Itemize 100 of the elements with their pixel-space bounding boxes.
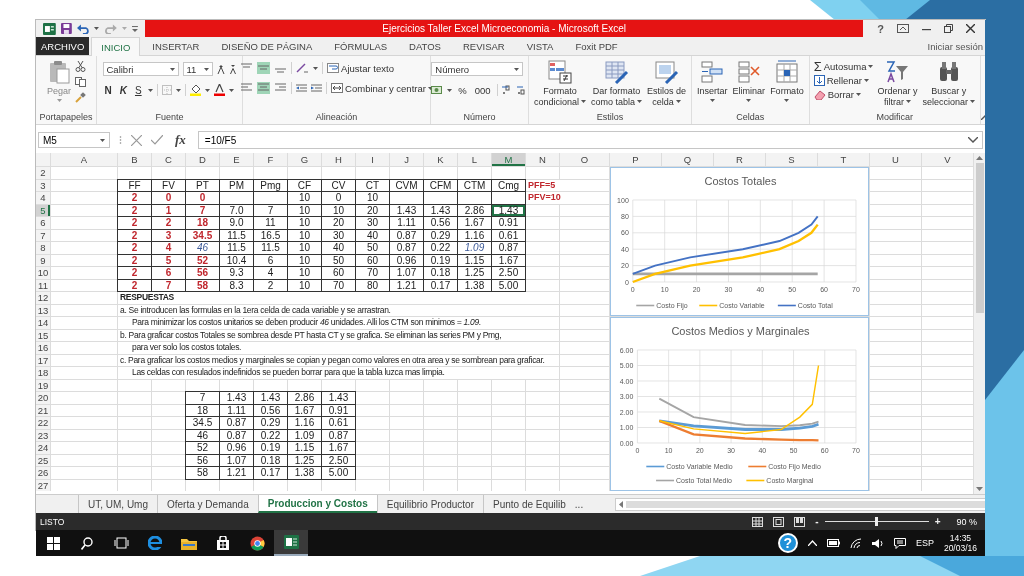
row-header[interactable]: 5 [36,204,50,216]
table-cell[interactable]: 0.87 [390,229,423,241]
table-cell[interactable]: 2 [118,279,151,291]
table-cell[interactable]: 0 [152,192,185,204]
font-style-button[interactable]: N [102,84,114,96]
ribbon-button[interactable]: Formato [769,59,805,107]
table-cell[interactable]: 30 [322,229,355,241]
ribbon-tab[interactable]: INICIO [91,37,141,56]
help-button[interactable]: ? [877,22,884,35]
table-cell[interactable]: 0.29 [424,229,457,241]
table-cell[interactable]: 2 [152,217,185,229]
column-header[interactable]: O [560,153,609,166]
grid-cell[interactable]: Para minimizar los costos unitarios se deben producir 46 unidades. Alli los CTM son minimos = 1.09. [118,317,559,329]
paste-button[interactable]: Pegar [46,59,72,107]
row-header[interactable]: 8 [36,242,50,254]
row-header[interactable]: 25 [36,454,50,466]
column-header[interactable]: E [220,153,253,166]
table-cell[interactable]: 5 [152,254,185,266]
table-cell[interactable]: 0.87 [492,242,525,254]
ribbon-tab[interactable]: FÓRMULAS [324,37,398,55]
table-cell[interactable]: 9.3 [220,267,253,279]
table-cell[interactable]: 1.67 [492,254,525,266]
font-style-button[interactable]: K [117,84,129,96]
table-cell[interactable]: 5.00 [492,279,525,291]
table-cell[interactable]: 60 [356,254,389,266]
row-header[interactable]: 21 [36,404,50,416]
table-cell[interactable]: 56 [186,267,219,279]
table-cell[interactable]: 1.15 [458,254,491,266]
table-cell[interactable]: 6 [152,267,185,279]
sheet-tab[interactable]: Produccion y Costos [257,495,377,513]
table-cell[interactable]: 7.0 [220,204,253,216]
row-header[interactable]: 26 [36,467,50,479]
table-cell[interactable]: 7 [254,204,287,216]
table-cell[interactable]: 1.25 [458,267,491,279]
table-cell[interactable]: 70 [356,267,389,279]
column-header[interactable]: R [714,153,765,166]
ribbon-tab[interactable]: ARCHIVO [36,37,90,55]
table-cell[interactable]: 1.43 [492,204,525,216]
column-header[interactable]: V [922,153,973,166]
ribbon-tab[interactable]: INSERTAR [142,37,210,55]
table-cell[interactable]: 2 [118,242,151,254]
table-cell[interactable]: 10 [288,229,321,241]
table-cell[interactable]: 2 [118,254,151,266]
name-box[interactable]: M5 [38,132,110,148]
table-cell[interactable]: 40 [356,229,389,241]
table-cell[interactable]: 58 [186,279,219,291]
input-language[interactable]: ESP [915,538,934,548]
table-cell[interactable]: 20 [322,217,355,229]
ribbon-tab[interactable]: VISTA [516,37,564,55]
table-cell[interactable]: 34.5 [186,229,219,241]
table-cell[interactable]: 60 [322,267,355,279]
table-cell[interactable]: 2.86 [458,204,491,216]
grid-cell[interactable]: PFF=5 [526,179,609,191]
column-header[interactable]: C [152,153,185,166]
table-cell[interactable]: 1.38 [458,279,491,291]
row-header[interactable]: 11 [36,279,50,291]
table-cell[interactable]: 11 [254,217,287,229]
ribbon-button[interactable]: Buscar y seleccionar [921,59,977,109]
row-header[interactable]: 23 [36,429,50,441]
table-cell[interactable]: 4 [254,267,287,279]
column-header[interactable]: L [458,153,491,166]
table-cell[interactable]: 0.22 [424,242,457,254]
ribbon-button[interactable]: Formato condicional [533,59,588,109]
column-header[interactable]: H [322,153,355,166]
row-header[interactable]: 24 [36,442,50,454]
table-cell[interactable]: 2 [118,192,151,204]
table-cell[interactable]: 11.5 [254,242,287,254]
table-cell[interactable]: 0.17 [424,279,457,291]
font-field[interactable]: Calibri [102,62,179,76]
table-cell[interactable]: 10 [288,204,321,216]
column-header[interactable]: P [610,153,661,166]
column-header[interactable]: U [870,153,921,166]
table-cell[interactable]: 4 [152,242,185,254]
column-header[interactable]: F [254,153,287,166]
ribbon-tab[interactable]: DISEÑO DE PÁGINA [211,37,323,55]
table-cell[interactable]: 0.18 [424,267,457,279]
table-cell[interactable]: 52 [186,254,219,266]
table-cell[interactable]: 70 [322,279,355,291]
table-cell[interactable]: 50 [322,254,355,266]
row-header[interactable]: 12 [36,292,50,304]
ribbon-button[interactable]: Ajustar texto [327,62,394,74]
table-cell[interactable]: 1.07 [390,267,423,279]
ribbon-button[interactable]: Insertar [696,59,729,107]
ribbon-tab[interactable]: Foxit PDF [565,37,628,55]
table-cell[interactable]: 80 [356,279,389,291]
column-header[interactable]: T [818,153,869,166]
row-header[interactable]: 2 [36,167,50,179]
row-header[interactable]: 17 [36,354,50,366]
table-cell[interactable]: 10 [322,204,355,216]
row-header[interactable]: 18 [36,367,50,379]
ribbon-button[interactable]: Combinar y centrar [331,82,433,94]
column-header[interactable]: I [356,153,389,166]
column-header[interactable]: A [51,153,117,166]
column-header[interactable]: N [526,153,559,166]
table-cell[interactable]: 11.5 [220,229,253,241]
row-header[interactable]: 22 [36,417,50,429]
column-header[interactable]: B [118,153,151,166]
row-header[interactable]: 19 [36,379,50,391]
table-cell[interactable]: 20 [356,204,389,216]
table-cell[interactable]: 1 [152,204,185,216]
